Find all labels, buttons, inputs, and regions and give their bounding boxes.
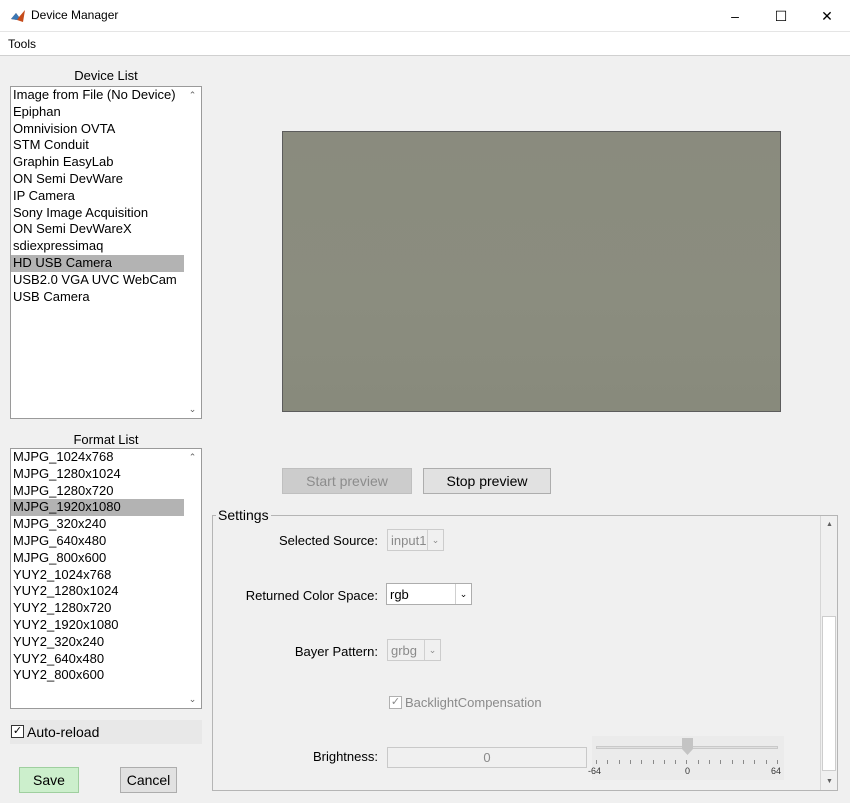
slider-max-label: 64 (771, 766, 782, 776)
scroll-up-icon[interactable]: ▲ (821, 516, 838, 533)
camera-preview (282, 131, 781, 412)
dropdown-arrow-icon: ⌄ (427, 530, 443, 550)
color-space-dropdown[interactable]: rgb ⌄ (386, 583, 472, 605)
slider-tick (686, 760, 688, 764)
bayer-pattern-value: grbg (391, 643, 418, 658)
slider-tick (742, 760, 744, 764)
list-item[interactable]: YUY2_1024x768 (11, 567, 201, 584)
list-item[interactable]: sdiexpressimaq (11, 238, 201, 255)
list-item[interactable]: HD USB Camera (11, 254, 201, 272)
list-item[interactable]: USB2.0 VGA UVC WebCam (11, 272, 201, 289)
list-item[interactable]: YUY2_640x480 (11, 651, 201, 668)
device-list-rows: Image from File (No Device) Epiphan Omnivi… (11, 87, 201, 305)
list-item[interactable]: YUY2_1920x1080 (11, 617, 201, 634)
start-preview-button[interactable]: Start preview (282, 468, 412, 494)
matlab-logo-icon (11, 10, 25, 22)
backlight-label: BacklightCompensation (405, 695, 542, 710)
stop-preview-button[interactable]: Stop preview (423, 468, 551, 494)
dropdown-arrow-icon: ⌄ (455, 584, 471, 604)
chevron-down-icon[interactable]: ⌄ (184, 401, 201, 418)
slider-tick (663, 760, 665, 764)
close-icon: ✕ (821, 7, 833, 24)
format-list[interactable]: MJPG_1024x768 MJPG_1280x1024 MJPG_1280x720… (10, 448, 202, 709)
slider-tick (652, 760, 654, 764)
list-item[interactable]: MJPG_320x240 (11, 516, 201, 533)
list-item[interactable]: MJPG_1920x1080 (11, 499, 201, 517)
chevron-up-icon[interactable]: ⌃ (184, 87, 201, 104)
format-list-scrollbar[interactable]: ⌃ ⌄ (184, 449, 201, 708)
auto-reload-checkbox[interactable]: ✓ (11, 725, 24, 738)
format-list-title: Format List (73, 432, 139, 447)
list-item[interactable]: ON Semi DevWare (11, 171, 201, 188)
slider-tick (709, 760, 710, 764)
list-item[interactable]: YUY2_800x600 (11, 667, 201, 684)
list-item[interactable]: Graphin EasyLab (11, 154, 201, 171)
selected-source-dropdown[interactable]: input1 ⌄ (387, 529, 444, 551)
slider-min-label: -64 (588, 766, 602, 776)
auto-reload-label: Auto-reload (27, 724, 100, 740)
selected-source-value: input1 (391, 533, 427, 548)
slider-tick (720, 760, 722, 764)
slider-tick (641, 760, 643, 764)
color-space-label: Returned Color Space: (245, 588, 378, 603)
bayer-pattern-label: Bayer Pattern: (294, 644, 378, 659)
scrollbar-thumb[interactable] (822, 616, 836, 771)
list-item[interactable]: Sony Image Acquisition (11, 205, 201, 222)
slider-tick (629, 760, 631, 764)
save-button[interactable]: Save (19, 767, 79, 793)
maximize-button[interactable]: ☐ (758, 0, 804, 32)
slider-tick (675, 760, 677, 764)
list-item[interactable]: YUY2_320x240 (11, 634, 201, 651)
chevron-down-icon[interactable]: ⌄ (184, 691, 201, 708)
minimize-button[interactable]: – (712, 0, 758, 32)
menu-tools[interactable]: Tools (8, 37, 36, 51)
list-item[interactable]: ON Semi DevWareX (11, 221, 201, 238)
list-item[interactable]: STM Conduit (11, 137, 201, 154)
color-space-value: rgb (390, 587, 409, 602)
slider-tick (607, 760, 609, 764)
title-bar: Device Manager – ☐ ✕ (0, 0, 850, 32)
menu-bar: Tools (0, 32, 850, 56)
list-item[interactable]: YUY2_1280x720 (11, 600, 201, 617)
list-item[interactable]: Omnivision OVTA (11, 121, 201, 138)
device-list-scrollbar[interactable]: ⌃ ⌄ (184, 87, 201, 418)
backlight-checkbox[interactable]: ✓ (389, 696, 402, 709)
list-item[interactable]: MJPG_640x480 (11, 533, 201, 550)
slider-tick (765, 760, 767, 764)
chevron-up-icon[interactable]: ⌃ (184, 449, 201, 466)
selected-source-label: Selected Source: (278, 533, 378, 548)
close-button[interactable]: ✕ (804, 0, 850, 32)
maximize-icon: ☐ (774, 7, 788, 24)
slider-tick (618, 760, 620, 764)
brightness-input[interactable]: 0 (387, 747, 587, 768)
dropdown-arrow-icon: ⌄ (424, 640, 440, 660)
list-item[interactable]: MJPG_1280x720 (11, 483, 201, 500)
minimize-icon: – (731, 8, 739, 24)
slider-tick (754, 760, 756, 764)
device-list-title: Device List (74, 68, 138, 83)
scroll-down-icon[interactable]: ▼ (821, 773, 838, 790)
list-item[interactable]: Image from File (No Device) (11, 87, 201, 104)
settings-scrollbar[interactable]: ▲ ▼ (820, 516, 837, 790)
slider-tick (776, 760, 778, 764)
bayer-pattern-dropdown[interactable]: grbg ⌄ (387, 639, 441, 661)
list-item[interactable]: Epiphan (11, 104, 201, 121)
slider-tick (731, 760, 733, 764)
list-item[interactable]: IP Camera (11, 188, 201, 205)
settings-legend: Settings (216, 507, 271, 523)
brightness-label: Brightness: (312, 749, 378, 764)
format-list-rows: MJPG_1024x768 MJPG_1280x1024 MJPG_1280x720… (11, 449, 201, 684)
list-item[interactable]: USB Camera (11, 289, 201, 306)
list-item[interactable]: MJPG_1024x768 (11, 449, 201, 466)
slider-tick (697, 760, 699, 764)
list-item[interactable]: YUY2_1280x1024 (11, 583, 201, 600)
cancel-button[interactable]: Cancel (120, 767, 177, 793)
device-list[interactable]: Image from File (No Device) Epiphan Omnivi… (10, 86, 202, 419)
list-item[interactable]: MJPG_1280x1024 (11, 466, 201, 483)
window-title: Device Manager (31, 8, 119, 22)
list-item[interactable]: MJPG_800x600 (11, 550, 201, 567)
auto-reload-panel: ✓ Auto-reload (10, 720, 202, 744)
slider-tick (596, 760, 597, 764)
slider-mid-label: 0 (685, 766, 691, 776)
